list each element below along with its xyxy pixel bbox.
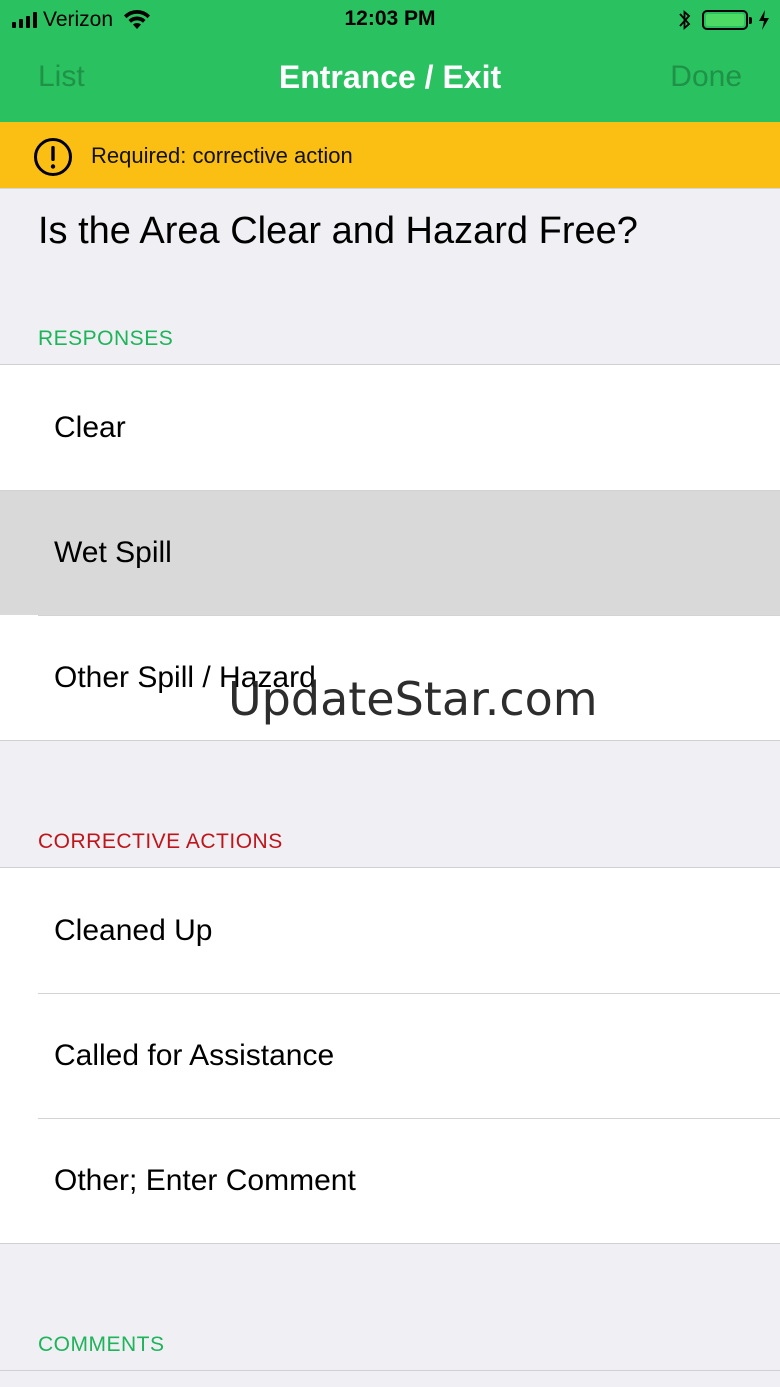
comments-header: COMMENTS [38,1333,165,1356]
responses-header: RESPONSES [38,327,174,350]
bluetooth-icon [679,9,691,31]
status-time: 12:03 PM [344,7,436,30]
corrective-label: Other; Enter Comment [54,1164,356,1197]
comments-divider [0,1370,780,1371]
battery-icon [702,10,752,30]
banner-message: Required: corrective action [91,143,353,168]
corrective-label: Cleaned Up [54,914,213,947]
status-bar: Verizon 12:03 PM [0,0,780,40]
corrective-label: Called for Assistance [54,1039,335,1072]
corrective-actions-list: Cleaned Up Called for Assistance Other; … [0,867,780,1244]
page-title: Entrance / Exit [278,59,502,95]
question-title: Is the Area Clear and Hazard Free? [38,210,638,252]
status-right [678,6,770,34]
corrective-option-other-enter-comment[interactable]: Other; Enter Comment [0,1118,780,1243]
response-label: Clear [54,411,126,444]
done-button[interactable]: Done [670,60,742,94]
watermark-text: UpdateStar.com [228,672,598,726]
navigation-bar: List Entrance / Exit Done [0,40,780,122]
corrective-actions-header: CORRECTIVE ACTIONS [38,830,283,853]
corrective-option-called-for-assistance[interactable]: Called for Assistance [0,993,780,1118]
charging-bolt-icon [759,10,769,30]
response-label: Wet Spill [54,536,172,569]
response-option-wet-spill[interactable]: Wet Spill [0,490,780,615]
required-banner: Required: corrective action [0,122,780,189]
corrective-option-cleaned-up[interactable]: Cleaned Up [0,868,780,993]
response-option-clear[interactable]: Clear [0,365,780,490]
warning-circle-icon [34,138,72,176]
